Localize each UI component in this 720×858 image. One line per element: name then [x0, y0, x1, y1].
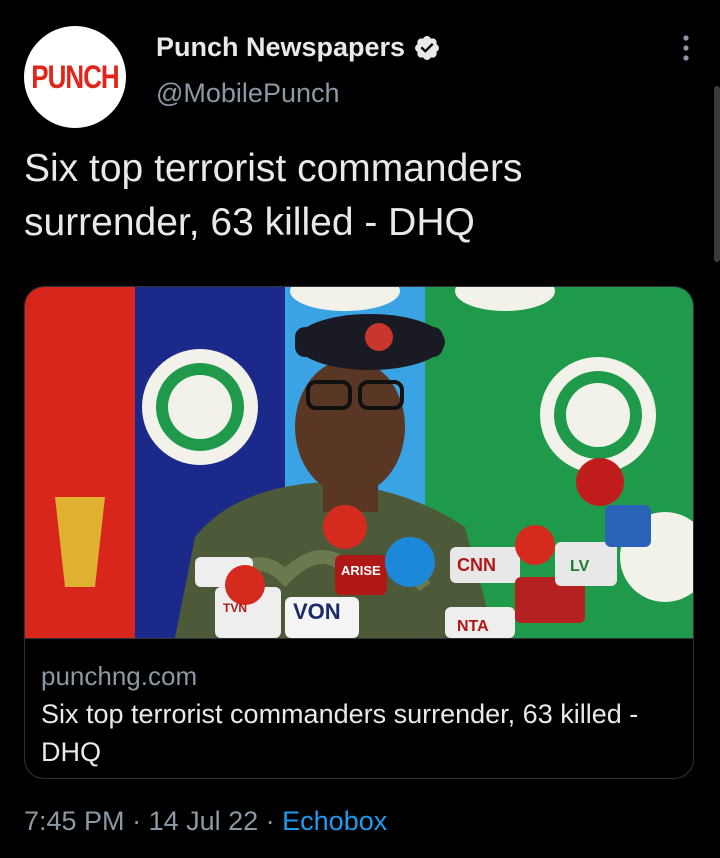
article-image[interactable]: ARISE VON CNN LV TVN NTA [25, 287, 694, 638]
punch-logo: PUNCH [31, 57, 119, 96]
avatar[interactable]: PUNCH [24, 26, 126, 128]
svg-text:ARISE: ARISE [341, 563, 381, 578]
svg-text:CNN: CNN [457, 555, 496, 575]
card-meta[interactable]: punchng.com Six top terrorist commanders… [25, 638, 693, 778]
tweet-source-link[interactable]: Echobox [282, 806, 387, 836]
card-domain: punchng.com [41, 661, 198, 691]
svg-text:TVN: TVN [223, 601, 247, 615]
tweet-time[interactable]: 7:45 PM [24, 806, 125, 836]
card-title: Six top terrorist commanders surrender, … [41, 699, 639, 767]
more-dots-icon[interactable] [682, 34, 690, 62]
svg-text:LV: LV [570, 558, 590, 575]
author-handle[interactable]: @MobilePunch [156, 78, 340, 109]
footer-separator: · [124, 806, 149, 836]
link-card[interactable]: ARISE VON CNN LV TVN NTA punchng.com Six… [24, 286, 694, 779]
footer-separator: · [258, 806, 283, 836]
tweet-text: Six top terrorist commanders surrender, … [24, 147, 523, 244]
tweet-footer: 7:45 PM · 14 Jul 22 · Echobox [24, 806, 387, 837]
svg-text:VON: VON [293, 599, 341, 624]
svg-text:NTA: NTA [457, 618, 489, 635]
author-name-row[interactable]: Punch Newspapers [156, 32, 441, 63]
verified-badge-icon [415, 35, 440, 60]
tweet-date[interactable]: 14 Jul 22 [149, 806, 259, 836]
scrollbar[interactable] [714, 86, 720, 262]
display-name[interactable]: Punch Newspapers [156, 32, 405, 63]
